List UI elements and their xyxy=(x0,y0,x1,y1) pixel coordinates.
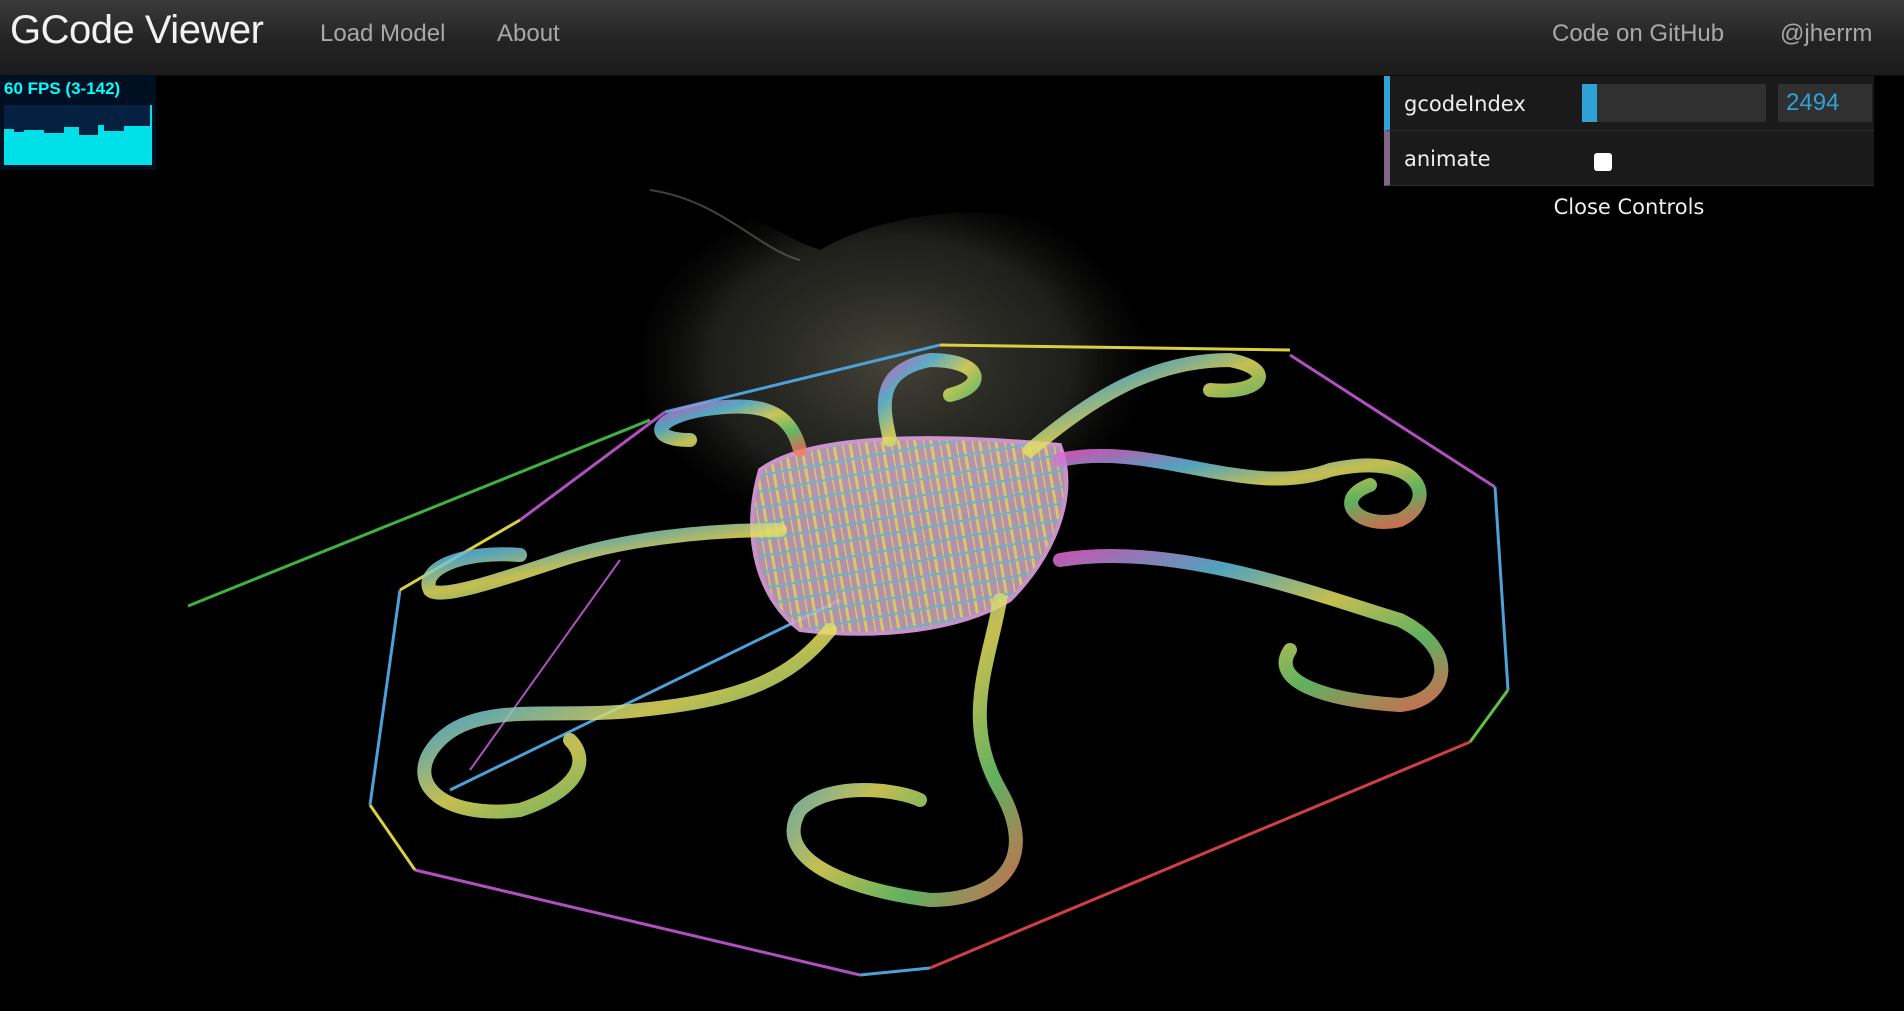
gcode-index-input[interactable]: 2494 xyxy=(1778,84,1872,122)
controls-panel: gcodeIndex 2494 animate Close Controls xyxy=(1384,76,1874,228)
gcode-index-label: gcodeIndex xyxy=(1404,92,1526,116)
gcode-index-row: gcodeIndex 2494 xyxy=(1384,76,1874,131)
fps-graph-bars xyxy=(4,105,152,165)
gcode-index-slider-fill xyxy=(1582,84,1597,122)
fps-stats-panel[interactable]: 60 FPS (3-142) xyxy=(0,75,156,170)
fps-graph xyxy=(4,105,152,165)
nav-load-model[interactable]: Load Model xyxy=(320,20,445,48)
nav-user-handle[interactable]: @jherrm xyxy=(1780,20,1872,48)
animate-row: animate xyxy=(1384,131,1874,186)
gcode-index-slider[interactable] xyxy=(1582,84,1766,122)
animate-checkbox-icon[interactable] xyxy=(1594,153,1612,171)
close-controls-button[interactable]: Close Controls xyxy=(1384,186,1874,228)
nav-code-on-github[interactable]: Code on GitHub xyxy=(1552,20,1724,48)
top-navbar: GCode Viewer Load Model About Code on Gi… xyxy=(0,0,1904,76)
fps-readout: 60 FPS (3-142) xyxy=(4,79,121,98)
nav-about[interactable]: About xyxy=(497,20,560,48)
brand-title[interactable]: GCode Viewer xyxy=(10,8,264,53)
animate-label: animate xyxy=(1404,147,1491,171)
